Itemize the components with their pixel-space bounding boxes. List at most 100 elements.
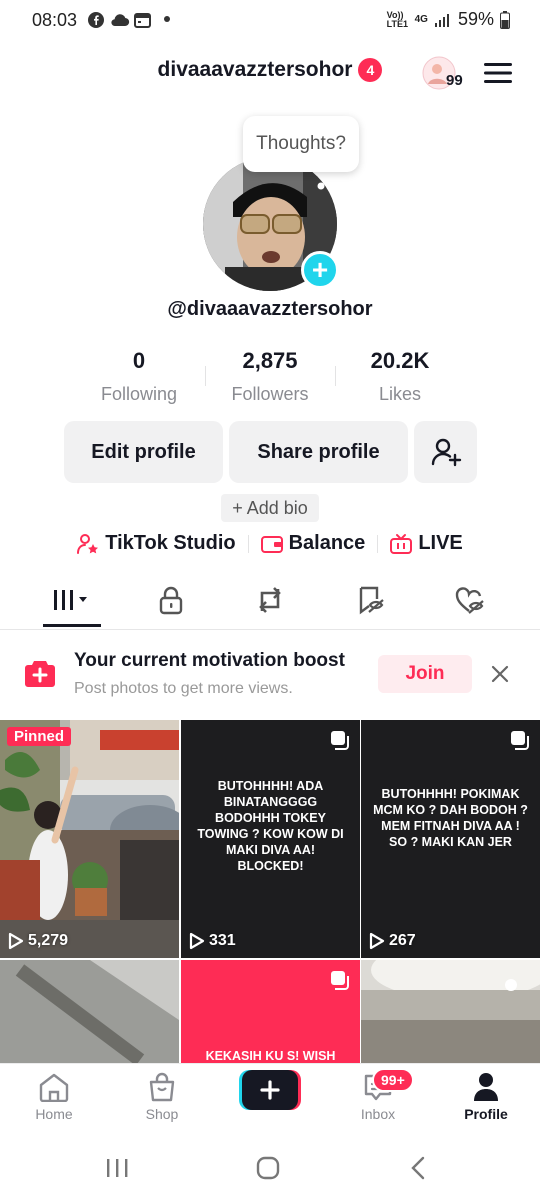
tiktok-studio-link[interactable]: TikTok Studio bbox=[77, 532, 236, 555]
photo-carousel-icon bbox=[330, 970, 350, 990]
view-count: 5,279 bbox=[8, 932, 68, 950]
volte-icon: Vo)) LTE1 bbox=[386, 9, 408, 29]
bubble-dot-icon bbox=[317, 182, 325, 190]
cloud-icon bbox=[110, 12, 130, 28]
create-button[interactable] bbox=[239, 1070, 301, 1112]
stat-followers[interactable]: 2,875 Followers bbox=[205, 348, 335, 405]
tab-reposts[interactable] bbox=[240, 582, 300, 618]
link-divider bbox=[377, 534, 379, 553]
content-tabs bbox=[0, 570, 540, 630]
nav-shop-label: Shop bbox=[145, 1106, 179, 1122]
bottom-navigation: Home Shop Inbox 99+ Profile bbox=[0, 1063, 540, 1135]
join-button[interactable]: Join bbox=[378, 655, 472, 693]
heart-hidden-icon bbox=[454, 585, 486, 615]
nav-shop[interactable]: Shop bbox=[108, 1072, 216, 1122]
view-count-value: 5,279 bbox=[28, 932, 69, 949]
link-divider bbox=[247, 534, 249, 553]
inbox-badge: 99+ bbox=[372, 1068, 414, 1092]
likes-count: 20.2K bbox=[370, 348, 430, 373]
motivation-banner: Your current motivation boost Post photo… bbox=[0, 630, 540, 720]
following-label: Following bbox=[100, 384, 178, 404]
wallet-icon bbox=[260, 534, 283, 554]
tab-liked[interactable] bbox=[440, 582, 500, 618]
photo-plus-icon bbox=[23, 656, 57, 690]
add-avatar-button[interactable]: + bbox=[301, 251, 339, 289]
photo-carousel-icon bbox=[510, 730, 530, 750]
home-button-icon[interactable] bbox=[256, 1156, 280, 1180]
view-count-value: 267 bbox=[389, 932, 416, 949]
calendar-icon bbox=[134, 12, 151, 28]
close-icon[interactable] bbox=[491, 665, 509, 683]
play-outline-icon bbox=[189, 932, 205, 950]
nav-home-label: Home bbox=[35, 1106, 73, 1122]
status-time: 08:03 bbox=[32, 10, 78, 30]
stat-likes[interactable]: 20.2K Likes bbox=[335, 348, 465, 405]
add-friend-button[interactable] bbox=[414, 421, 477, 483]
signal-icon bbox=[434, 12, 452, 28]
likes-label: Likes bbox=[378, 384, 422, 404]
menu-icon[interactable] bbox=[484, 61, 512, 85]
network-type: 4G bbox=[414, 14, 428, 25]
add-person-icon bbox=[430, 436, 462, 468]
video-tile[interactable]: BUTOHHHH! POKIMAK MCM KO ? DAH BODOH ? M… bbox=[361, 720, 540, 958]
pinned-badge: Pinned bbox=[7, 727, 72, 746]
studio-icon bbox=[77, 533, 99, 555]
nav-inbox[interactable]: Inbox 99+ bbox=[324, 1068, 432, 1122]
status-bar: 08:03 Vo)) LTE1 4G 59% bbox=[0, 0, 540, 40]
balance-link[interactable]: Balance bbox=[260, 532, 366, 555]
header-username[interactable]: divaaavazztersohor bbox=[158, 58, 353, 82]
motivation-subtitle: Post photos to get more views. bbox=[74, 680, 293, 697]
repost-icon bbox=[254, 585, 286, 615]
grid-bars-icon bbox=[50, 587, 94, 613]
back-icon[interactable] bbox=[410, 1156, 426, 1180]
motivation-title: Your current motivation boost bbox=[74, 650, 345, 671]
play-outline-icon bbox=[369, 932, 385, 950]
share-profile-button[interactable]: Share profile bbox=[229, 421, 408, 483]
live-tv-icon bbox=[390, 533, 413, 555]
nav-profile[interactable]: Profile bbox=[432, 1072, 540, 1122]
play-outline-icon bbox=[8, 932, 24, 950]
video-tile[interactable]: BUTOHHHH! ADA BINATANGGGG BODOHHH TOKEY … bbox=[181, 720, 360, 958]
followers-label: Followers bbox=[231, 384, 309, 404]
tiktok-studio-label: TikTok Studio bbox=[105, 532, 236, 554]
recent-apps-icon[interactable] bbox=[105, 1157, 129, 1179]
battery-icon bbox=[500, 10, 510, 29]
balance-label: Balance bbox=[288, 532, 366, 554]
home-icon bbox=[37, 1072, 71, 1102]
view-count-value: 331 bbox=[209, 932, 236, 949]
active-tab-indicator bbox=[43, 624, 101, 627]
person-icon bbox=[471, 1072, 501, 1102]
followers-count: 2,875 bbox=[242, 348, 298, 373]
view-count: 267 bbox=[369, 932, 416, 950]
live-label: LIVE bbox=[418, 532, 463, 554]
lock-icon bbox=[158, 585, 184, 615]
following-count: 0 bbox=[132, 348, 146, 373]
nav-profile-label: Profile bbox=[464, 1106, 508, 1122]
tab-favorites[interactable] bbox=[341, 582, 401, 618]
video-tile[interactable] bbox=[361, 960, 540, 1063]
video-caption: KEKASIH KU S! WISH bbox=[205, 1049, 336, 1063]
status-right: Vo)) LTE1 4G 59% bbox=[387, 9, 510, 30]
video-caption: BUTOHHHH! POKIMAK MCM KO ? DAH BODOH ? M… bbox=[373, 787, 528, 849]
video-tile[interactable] bbox=[0, 960, 179, 1063]
bookmark-hidden-icon bbox=[356, 585, 386, 615]
profile-handle: @divaaavazztersohor bbox=[167, 298, 373, 320]
tab-videos[interactable] bbox=[42, 582, 102, 618]
tab-private[interactable] bbox=[141, 582, 201, 618]
battery-percent: 59% bbox=[457, 9, 494, 29]
video-tile[interactable]: Pinned 5,279 bbox=[0, 720, 179, 958]
add-bio-button[interactable]: + Add bio bbox=[221, 494, 319, 522]
edit-profile-button[interactable]: Edit profile bbox=[64, 421, 223, 483]
account-switch-badge[interactable]: 4 bbox=[358, 58, 383, 82]
video-caption: BUTOHHHH! ADA BINATANGGGG BODOHHH TOKEY … bbox=[197, 779, 344, 873]
system-navigation bbox=[0, 1135, 540, 1200]
avatar-shortcut-count: 99 bbox=[446, 72, 463, 89]
shopping-bag-icon bbox=[147, 1072, 177, 1102]
video-tile[interactable]: KEKASIH KU S! WISH bbox=[181, 960, 360, 1063]
live-link[interactable]: LIVE bbox=[390, 532, 463, 555]
thoughts-bubble[interactable]: Thoughts? bbox=[243, 116, 359, 172]
stat-following[interactable]: 0 Following bbox=[74, 348, 204, 405]
nav-inbox-label: Inbox bbox=[360, 1106, 396, 1122]
view-count: 331 bbox=[189, 932, 236, 950]
nav-home[interactable]: Home bbox=[0, 1072, 108, 1122]
